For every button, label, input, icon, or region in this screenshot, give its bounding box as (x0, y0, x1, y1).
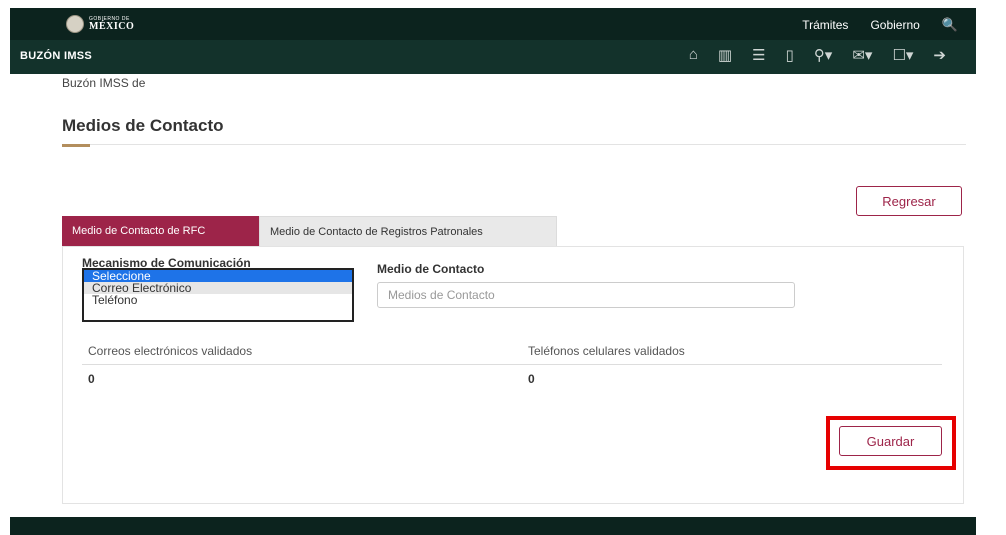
breadcrumb[interactable]: Buzón IMSS de (62, 76, 145, 90)
telefonos-validados-count: 0 (528, 372, 535, 386)
correos-validados-count: 0 (88, 372, 95, 386)
home-icon[interactable]: ⌂ (689, 46, 698, 64)
tab-medio-rfc[interactable]: Medio de Contacto de RFC (62, 216, 259, 246)
logo-big-text: MÉXICO (89, 20, 135, 32)
logout-icon[interactable]: ➔ (933, 46, 946, 64)
regresar-button[interactable]: Regresar (856, 186, 962, 216)
top-nav: Trámites Gobierno 🔍 (802, 17, 958, 33)
page-title: Medios de Contacto (62, 116, 224, 135)
app-title: BUZÓN IMSS (20, 50, 93, 62)
building-icon[interactable]: ▥ (718, 46, 732, 64)
telefonos-validados-label: Teléfonos celulares validados (528, 344, 685, 358)
sub-header: BUZÓN IMSS ⌂ ▥ ☰ ▯ ⚲▾ ✉▾ ☐▾ ➔ (10, 40, 976, 74)
tab-bar: Medio de Contacto de RFC Medio de Contac… (62, 216, 557, 246)
medio-contacto-input[interactable] (377, 282, 795, 308)
correos-validados-label: Correos electrónicos validados (88, 344, 253, 358)
nav-tramites[interactable]: Trámites (802, 18, 848, 32)
nav-gobierno[interactable]: Gobierno (870, 18, 919, 32)
seal-icon (66, 15, 84, 33)
title-divider (62, 144, 966, 145)
medio-contacto-label: Medio de Contacto (377, 262, 485, 276)
title-accent-bar (62, 144, 90, 147)
tab-medio-registros-patronales[interactable]: Medio de Contacto de Registros Patronale… (259, 216, 557, 246)
user-dropdown-icon[interactable]: ⚲▾ (814, 46, 833, 64)
inbox-dropdown-icon[interactable]: ☐▾ (892, 46, 913, 64)
top-header: GOBIERNO DE MÉXICO Trámites Gobierno 🔍 (10, 8, 976, 40)
gobierno-logo[interactable]: GOBIERNO DE MÉXICO (66, 15, 134, 33)
mail-dropdown-icon[interactable]: ✉▾ (852, 46, 872, 64)
mobile-icon[interactable]: ▯ (786, 46, 794, 64)
search-icon[interactable]: 🔍 (942, 17, 958, 33)
mecanismo-select-listbox[interactable]: Seleccione Correo Electrónico Teléfono (82, 268, 354, 322)
option-telefono[interactable]: Teléfono (84, 294, 352, 306)
document-icon[interactable]: ☰ (752, 46, 765, 64)
guardar-button[interactable]: Guardar (839, 426, 942, 456)
footer-bar (10, 517, 976, 535)
summary-divider (82, 364, 942, 365)
toolbar-icons: ⌂ ▥ ☰ ▯ ⚲▾ ✉▾ ☐▾ ➔ (689, 46, 946, 64)
